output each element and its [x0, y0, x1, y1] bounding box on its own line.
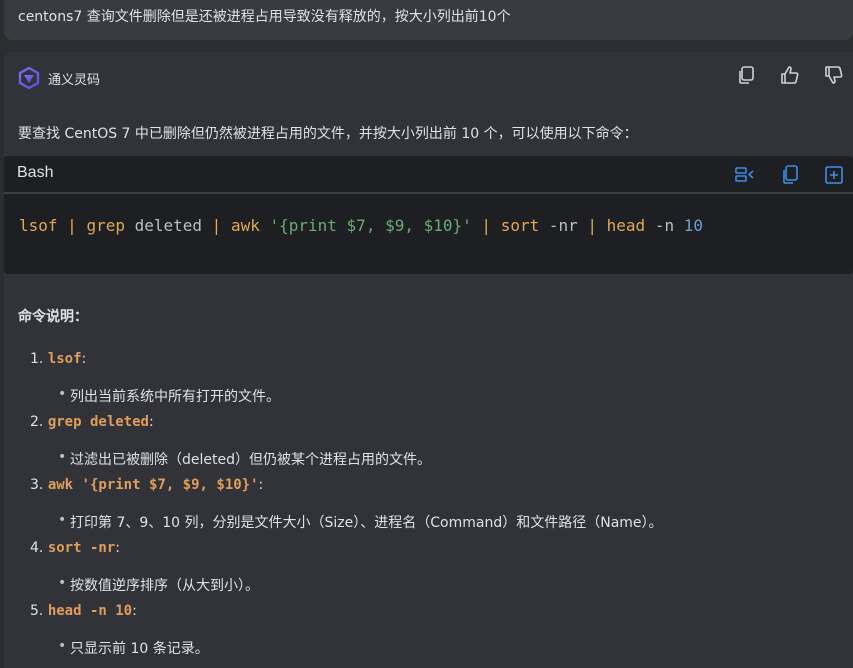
list-item: 4. sort -nr: — [30, 540, 120, 556]
code-language-label: Bash — [17, 164, 54, 181]
code-token: -n — [645, 216, 684, 235]
code-line[interactable]: lsof | grep deleted | awk '{print $7, $9… — [19, 216, 703, 235]
code-token: | — [57, 216, 87, 235]
list-suffix: : — [258, 477, 264, 493]
thumbs-up-icon[interactable] — [779, 64, 801, 86]
list-item: 5. head -n 10: — [30, 603, 137, 619]
code-token: grep — [86, 216, 125, 235]
list-item: 2. grep deleted: — [30, 414, 154, 430]
list-item: 1. lsof: — [30, 351, 86, 367]
command-code: lsof — [47, 351, 82, 367]
list-item-description: 只显示前 10 条记录。 — [58, 638, 209, 658]
list-suffix: : — [148, 414, 154, 430]
code-token: 10 — [683, 216, 703, 235]
code-token: lsof — [19, 216, 58, 235]
code-token: | — [211, 216, 231, 235]
code-token: deleted — [124, 216, 212, 235]
list-suffix: : — [81, 351, 87, 367]
new-file-icon[interactable] — [823, 164, 845, 186]
list-number: 1. — [30, 351, 44, 367]
code-token: awk — [230, 216, 260, 235]
tongyi-logo-icon — [17, 66, 41, 90]
command-code: awk '{print $7, $9, $10}' — [47, 477, 259, 493]
list-item-description: 过滤出已被删除（deleted）但仍被某个进程占用的文件。 — [58, 449, 431, 469]
code-token: | — [587, 216, 607, 235]
command-code: grep deleted — [47, 414, 149, 430]
copy-code-icon[interactable] — [779, 164, 801, 186]
code-token: '{print $7, $9, $10}' — [269, 216, 472, 235]
thumbs-down-icon[interactable] — [823, 64, 845, 86]
list-item-description: 打印第 7、9、10 列，分别是文件大小（Size）、进程名（Command）和… — [58, 512, 663, 532]
list-item: 3. awk '{print $7, $9, $10}': — [30, 477, 263, 493]
user-message-text: centons7 查询文件删除但是还被进程占用导致没有释放的，按大小列出前10个 — [18, 9, 511, 25]
list-item-description: 列出当前系统中所有打开的文件。 — [58, 386, 280, 406]
copy-icon[interactable] — [735, 64, 757, 86]
list-suffix: : — [115, 540, 120, 556]
command-code: head -n 10 — [47, 603, 133, 619]
code-token: -nr — [539, 216, 588, 235]
list-item-description: 按数值逆序排序（从大到小）。 — [58, 575, 259, 595]
code-token: head — [606, 216, 646, 235]
command-code: sort -nr — [47, 540, 116, 556]
brand-name: 通义灵码 — [48, 73, 101, 88]
answer-header: 通义灵码 — [4, 52, 853, 102]
code-token: sort — [500, 216, 540, 235]
section-title: 命令说明： — [18, 309, 88, 325]
list-number: 4. — [30, 540, 44, 556]
code-block: Bash lsof | grep deleted | awk '{print $… — [4, 156, 853, 274]
list-number: 5. — [30, 603, 44, 619]
code-header: Bash — [4, 156, 853, 194]
list-suffix: : — [132, 603, 137, 619]
code-token: | — [471, 216, 501, 235]
answer-intro: 要查找 CentOS 7 中已删除但仍然被进程占用的文件，并按大小列出前 10 … — [18, 126, 638, 142]
insert-code-icon[interactable] — [734, 164, 756, 186]
list-number: 2. — [30, 414, 44, 430]
list-number: 3. — [30, 477, 44, 493]
assistant-answer-panel: 通义灵码 要查找 CentOS 7 中已删除但仍然被进程占用的文件，并按大小列出… — [4, 52, 853, 668]
user-message-bubble: centons7 查询文件删除但是还被进程占用导致没有释放的，按大小列出前10个 — [4, 0, 853, 40]
